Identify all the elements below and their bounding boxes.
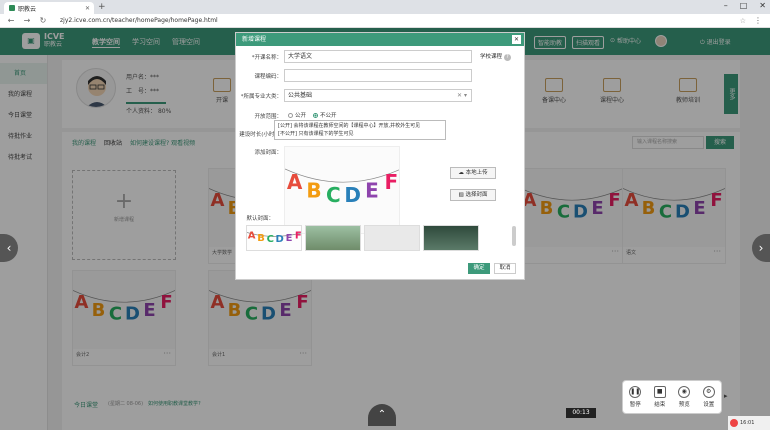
settings-label: 设置 [703, 402, 715, 408]
url-field[interactable]: zjy2.icve.com.cn/teacher/homePage/homePa… [60, 17, 218, 24]
new-tab-icon[interactable]: + [98, 2, 106, 12]
pause-label: 暂停 [629, 402, 641, 408]
add-cover-label: 添加封面： [254, 150, 282, 156]
bunting-letter: E [286, 233, 293, 244]
screen-recorder-panel: ❚❚ 暂停 ■ 结束 ◉ 预览 ⚙ 设置 [622, 380, 722, 414]
choose-cover-label: 选择封面 [465, 192, 488, 198]
clear-and-chevron-icon[interactable]: ✕ ▾ [457, 90, 467, 101]
window-controls: – □ ✕ [724, 1, 766, 10]
close-tab-icon[interactable]: ✕ [85, 5, 90, 12]
cover-list-scrollbar[interactable] [512, 226, 516, 246]
cancel-button[interactable]: 取消 [494, 263, 516, 274]
default-cover-option[interactable] [423, 225, 479, 251]
preview-label: 预览 [678, 402, 690, 408]
bunting-letter: E [365, 179, 379, 203]
close-icon[interactable]: ✕ [512, 35, 521, 44]
tooltip-line-public: [公开] 会将该课程在教师空间的【课程中心】开放,并校外生可见 [278, 123, 421, 129]
local-upload-label: 本地上传 [465, 170, 488, 176]
school-course-text: 学校课程 [480, 54, 503, 60]
course-name-input[interactable]: 大学语文 [284, 50, 472, 63]
radio-public-icon [288, 113, 293, 118]
pause-icon: ❚❚ [629, 386, 642, 398]
bunting-letter: F [384, 170, 398, 194]
open-scope-label: 开放范围： [254, 114, 282, 120]
browser-menu-icon[interactable]: ⋮ [754, 16, 762, 25]
major-select[interactable]: 公共基础 ✕ ▾ [284, 89, 472, 102]
browser-tab[interactable]: 职教云 ✕ [4, 2, 94, 14]
info-icon[interactable]: ? [503, 54, 511, 61]
course-code-label: 课程编码： [254, 74, 282, 80]
stop-label: 结束 [654, 402, 666, 408]
settings-button[interactable]: ⚙ 设置 [702, 386, 715, 408]
default-cover-list: ABCDEF [246, 225, 479, 251]
scroll-up-icon[interactable]: ⌃ [368, 404, 396, 426]
address-bar: ← → ↻ zjy2.icve.com.cn/teacher/homePage/… [0, 14, 770, 28]
open-scope-tooltip: [公开] 会将该课程在教师空间的【课程中心】开放,并校外生可见 [不公开] 只有… [274, 120, 446, 140]
bunting-letter: B [257, 233, 265, 244]
close-window-icon[interactable]: ✕ [759, 1, 766, 10]
bunting-letter: A [248, 230, 256, 241]
radio-public[interactable]: 公开 [288, 113, 306, 119]
choose-cover-button[interactable]: ▨ 选择封面 [450, 189, 496, 201]
default-cover-label: 默认封面： [246, 216, 274, 222]
cover-preview: ABCDEF [284, 146, 400, 234]
back-icon[interactable]: ← [6, 16, 16, 25]
bunting-letter: B [306, 179, 321, 203]
letter-bunting-image: ABCDEF [247, 230, 302, 245]
recording-timer: 00:13 [566, 408, 596, 418]
maximize-icon[interactable]: □ [740, 1, 748, 10]
stop-button[interactable]: ■ 结束 [653, 386, 666, 408]
default-cover-option[interactable]: ABCDEF [246, 225, 302, 251]
reload-icon[interactable]: ↻ [38, 16, 48, 25]
tooltip-line-private: [不公开] 只有该课程下的学生可见 [278, 131, 354, 137]
major-label: *所属专业大类： [240, 94, 282, 100]
taskbar-clock: 16:01 [740, 420, 755, 426]
radio-private[interactable]: 不公开 [313, 113, 337, 119]
forward-icon[interactable]: → [22, 16, 32, 25]
pause-button[interactable]: ❚❚ 暂停 [629, 386, 642, 408]
bunting-letter: D [344, 183, 361, 207]
recorder-expand-icon[interactable]: ▸ [724, 392, 728, 400]
image-icon: ▨ [458, 192, 464, 198]
dialog-header: 新增课程 ✕ [236, 33, 524, 46]
bunting-letter: C [267, 234, 274, 245]
local-upload-button[interactable]: ☁ 本地上传 [450, 167, 496, 179]
bunting-letter: D [276, 234, 284, 245]
upload-icon: ☁ [458, 170, 464, 176]
default-cover-option[interactable] [305, 225, 361, 251]
taskbar-tray: 16:01 [728, 416, 770, 430]
bunting-letter: C [326, 183, 341, 207]
bunting-letter: A [287, 170, 303, 194]
confirm-button[interactable]: 确定 [468, 263, 490, 274]
minimize-icon[interactable]: – [724, 1, 728, 10]
major-select-value: 公共基础 [288, 92, 313, 99]
browser-tabbar: 职教云 ✕ + – □ ✕ [0, 0, 770, 14]
eye-icon: ◉ [678, 386, 691, 398]
site-favicon-icon [9, 5, 15, 11]
gear-icon: ⚙ [702, 386, 715, 398]
school-course-label: 学校课程 ? [480, 52, 511, 61]
stop-icon: ■ [653, 386, 666, 398]
letter-bunting-image: ABCDEF [285, 168, 399, 207]
open-scope-radios: 公开 不公开 [288, 111, 337, 119]
recording-indicator-icon [730, 419, 738, 427]
bookmark-star-icon[interactable]: ☆ [740, 17, 746, 25]
bunting-letter: F [295, 230, 302, 241]
radio-public-label: 公开 [295, 113, 307, 119]
tab-title: 职教云 [18, 5, 37, 13]
course-name-label: *开课名称： [251, 55, 282, 61]
preview-button[interactable]: ◉ 预览 [678, 386, 691, 408]
default-cover-option[interactable] [364, 225, 420, 251]
radio-private-icon [313, 113, 319, 118]
course-code-input[interactable] [284, 69, 472, 82]
dialog-title: 新增课程 [242, 36, 267, 43]
radio-private-label: 不公开 [320, 113, 337, 119]
